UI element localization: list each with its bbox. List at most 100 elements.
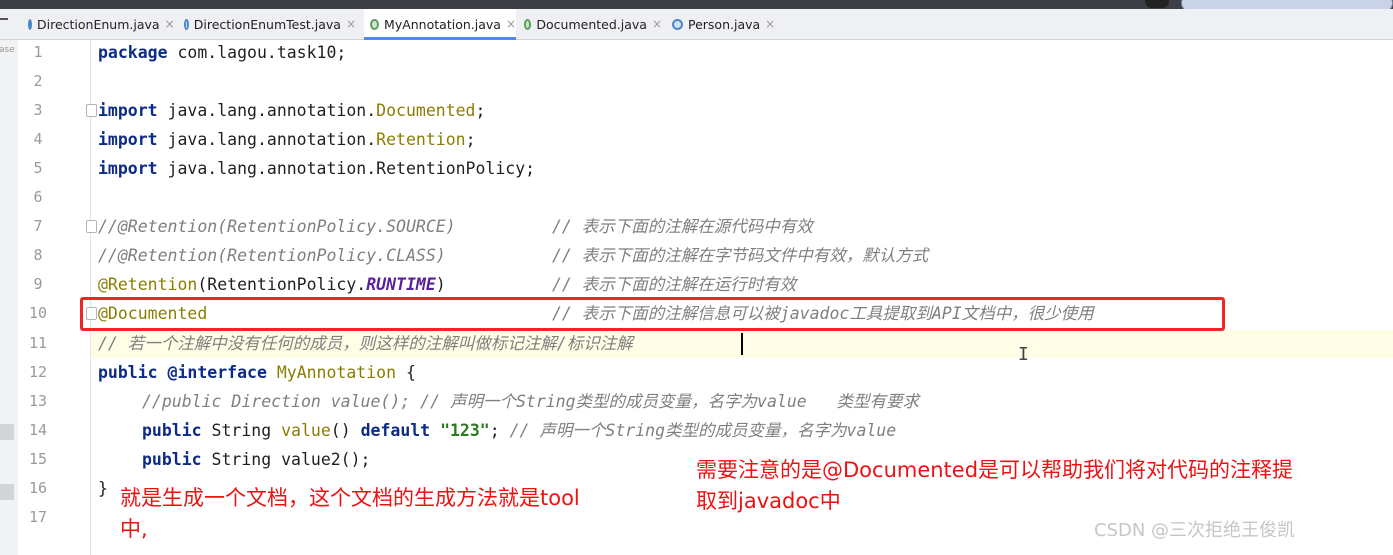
window-control-dot [1145, 0, 1169, 8]
window-top-strip [0, 0, 1393, 12]
tab-documented[interactable]: Documented.java × [524, 9, 662, 39]
code-line-4[interactable]: import java.lang.annotation.Retention; [98, 126, 476, 154]
close-icon[interactable]: × [346, 17, 356, 31]
close-icon[interactable]: × [765, 17, 775, 31]
line-number: 11 [28, 334, 48, 352]
code-text: ; [489, 421, 500, 440]
class-icon [184, 18, 189, 30]
line-number: 10 [28, 304, 48, 322]
code-comment: //@Retention(RetentionPolicy.SOURCE) [98, 217, 456, 236]
code-text: { [396, 363, 416, 382]
line-number: 6 [33, 188, 43, 206]
annotation-icon [370, 18, 380, 30]
keyword: default [360, 421, 431, 440]
line-number: 12 [28, 363, 48, 381]
code-comment: // 表示下面的注解在运行时有效 [552, 275, 797, 294]
line-number: 2 [33, 72, 43, 90]
keyword: import [98, 130, 158, 149]
line-number: 7 [33, 217, 43, 235]
tab-label: DirectionEnumTest.java [193, 16, 341, 32]
note-right: 需要注意的是@Documented是可以帮助我们将对代码的注释提 取到javad… [696, 458, 1294, 513]
annotation-icon [524, 18, 532, 30]
tab-direction-enum-test[interactable]: DirectionEnumTest.java × [184, 9, 356, 39]
enum-constant: RUNTIME [366, 275, 436, 294]
code-line-3[interactable]: import java.lang.annotation.Documented; [98, 97, 485, 125]
method-name: value [281, 421, 331, 440]
code-text: ) [435, 275, 446, 294]
line-number: 15 [28, 450, 48, 468]
line-number: 14 [28, 421, 48, 439]
collapse-icon[interactable] [0, 18, 8, 20]
tab-person[interactable]: Person.java × [672, 9, 784, 39]
code-text: } [98, 479, 108, 498]
tab-label: MyAnnotation.java [384, 16, 501, 32]
code-line-12[interactable]: public @interface MyAnnotation { [98, 359, 416, 387]
editor-tab-bar: DirectionEnum.java × DirectionEnumTest.j… [0, 9, 1393, 40]
line-number: 17 [28, 508, 48, 526]
code-line-13[interactable]: //public Direction value(); // 声明一个Strin… [142, 388, 919, 416]
type-name: MyAnnotation [266, 363, 397, 382]
line-number: 4 [33, 130, 43, 148]
keyword: package [98, 43, 168, 62]
code-text: (RetentionPolicy. [197, 275, 367, 294]
line-number: 5 [33, 159, 43, 177]
keyword: public [142, 450, 202, 469]
close-icon[interactable]: × [506, 17, 516, 31]
tab-direction-enum[interactable]: DirectionEnum.java × [28, 9, 175, 39]
code-comment: //public Direction value(); // 声明一个Strin… [142, 392, 920, 411]
keyword: import [98, 101, 158, 120]
line-number: 9 [33, 275, 43, 293]
code-line-9[interactable]: @Retention(RetentionPolicy.RUNTIME) [98, 271, 446, 299]
code-text: () [330, 421, 361, 440]
code-text: ; [475, 101, 486, 120]
code-line-15[interactable]: public String value2(); [142, 446, 371, 474]
code-text: java.lang.annotation. [157, 101, 377, 120]
side-marker [0, 424, 14, 440]
annotation-type: Retention [376, 130, 466, 149]
line-number: 8 [33, 246, 43, 264]
code-line-9-comment: // 表示下面的注解在运行时有效 [552, 271, 796, 299]
code-line-5[interactable]: import java.lang.annotation.RetentionPol… [98, 155, 535, 183]
line-number: 16 [28, 479, 48, 497]
highlight-box [80, 297, 1225, 331]
tab-my-annotation[interactable]: MyAnnotation.java × [364, 9, 516, 40]
fold-marker-icon[interactable] [86, 104, 97, 117]
side-strip-label: ase [0, 45, 15, 55]
class-icon [672, 18, 683, 30]
mouse-ibeam-cursor: I [1018, 344, 1029, 365]
code-comment: //@Retention(RetentionPolicy.CLASS) [98, 246, 446, 265]
code-line-11[interactable]: // 若一个注解中没有任何的成员，则这样的注解叫做标记注解/标识注解 [98, 330, 633, 358]
code-line-8-comment: // 表示下面的注解在字节码文件中有效，默认方式 [552, 242, 928, 270]
watermark: CSDN @三次拒绝王俊凯 [1094, 520, 1296, 541]
code-line-1[interactable]: package com.lagou.task10; [98, 39, 346, 67]
code-text: java.lang.annotation.RetentionPolicy; [157, 159, 536, 178]
fold-marker-icon[interactable] [86, 220, 97, 233]
side-marker [0, 484, 14, 500]
code-comment: // 表示下面的注解在字节码文件中有效，默认方式 [552, 246, 929, 265]
annotation-type: Documented [376, 101, 476, 120]
code-text: com.lagou.task10; [167, 43, 347, 62]
code-text: String value2(); [201, 450, 371, 469]
close-icon[interactable]: × [165, 17, 175, 31]
code-comment: // 若一个注解中没有任何的成员，则这样的注解叫做标记注解/标识注解 [98, 334, 633, 353]
text-caret [741, 333, 743, 355]
string-literal: "123" [440, 421, 490, 440]
line-number: 3 [33, 101, 43, 119]
code-text: ; [465, 130, 476, 149]
tab-label: DirectionEnum.java [37, 16, 160, 32]
code-text: java.lang.annotation. [157, 130, 377, 149]
tab-label: Person.java [688, 16, 761, 32]
annotation: @Retention [98, 275, 198, 294]
code-line-7-comment: // 表示下面的注解在源代码中有效 [552, 213, 813, 241]
code-line-16[interactable]: } [98, 475, 108, 503]
code-line-8[interactable]: //@Retention(RetentionPolicy.CLASS) [98, 242, 446, 270]
tab-label: Documented.java [536, 16, 647, 32]
close-icon[interactable]: × [652, 17, 662, 31]
code-line-14[interactable]: public String value() default "123"; // … [142, 417, 896, 445]
note-left: 就是生成一个文档，这个文档的生成方法就是tool 中, [120, 486, 580, 541]
enum-icon [28, 18, 32, 30]
code-line-7[interactable]: //@Retention(RetentionPolicy.SOURCE) [98, 213, 456, 241]
keyword: import [98, 159, 158, 178]
line-number: 13 [28, 392, 48, 410]
